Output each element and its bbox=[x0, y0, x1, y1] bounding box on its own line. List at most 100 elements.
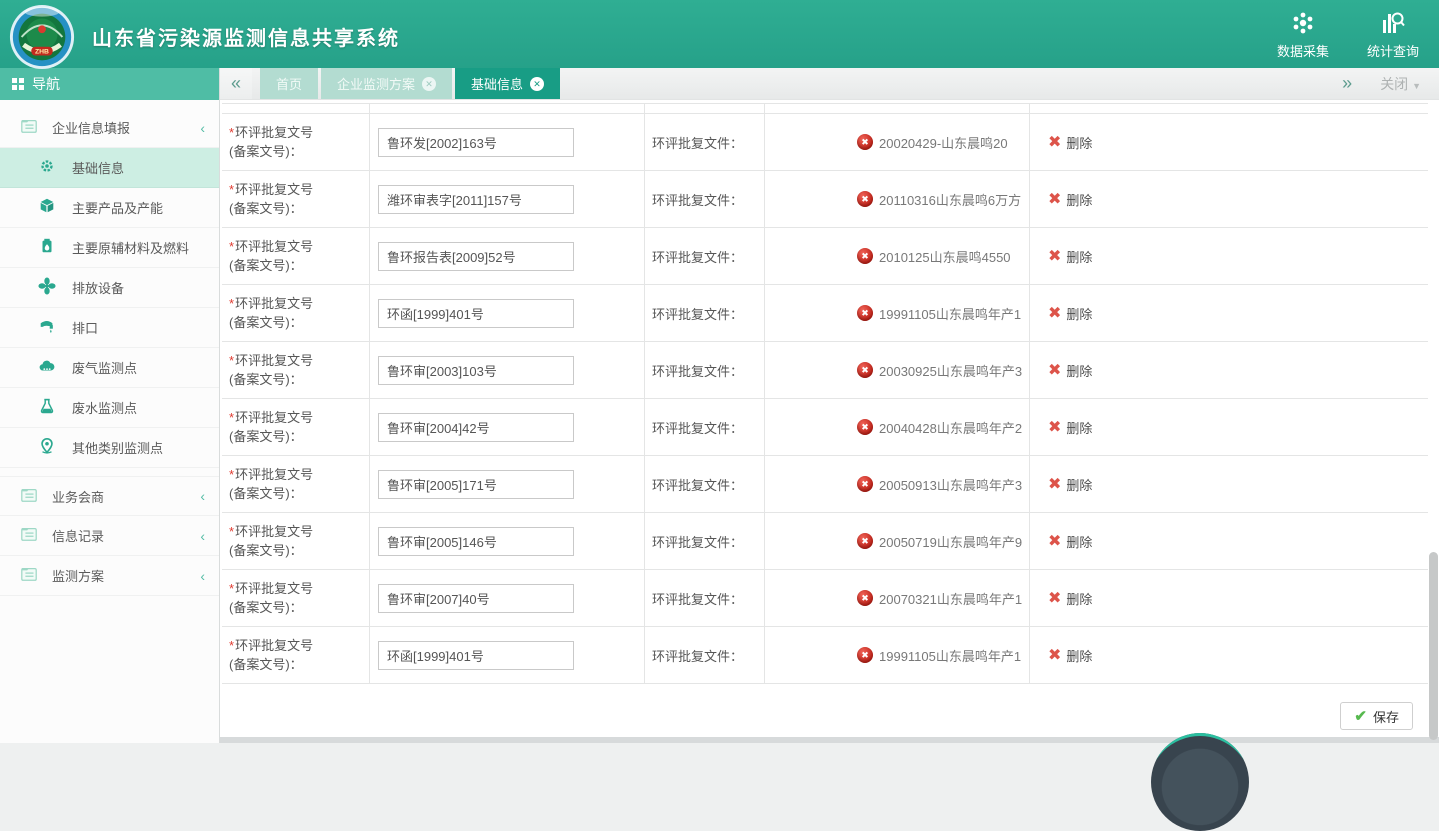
outlet-icon bbox=[38, 317, 56, 335]
remove-file-icon[interactable]: ✖ bbox=[857, 248, 873, 264]
sidebar-item-主要原辅材料及燃料[interactable]: 主要原辅材料及燃料 bbox=[0, 228, 219, 268]
doc-number-input[interactable] bbox=[378, 413, 574, 442]
delete-label: 删除 bbox=[1066, 133, 1092, 152]
tab-label: 基础信息 bbox=[471, 74, 523, 93]
delete-x-icon: ✖ bbox=[1048, 132, 1061, 152]
sidebar-item-其他类别监测点[interactable]: 其他类别监测点 bbox=[0, 428, 219, 468]
doc-number-input[interactable] bbox=[378, 641, 574, 670]
sidebar: 导航 企业信息填报‹基础信息主要产品及产能主要原辅材料及燃料排放设备排口废气监测… bbox=[0, 68, 220, 743]
delete-label: 删除 bbox=[1066, 475, 1092, 494]
required-asterisk: * bbox=[229, 182, 234, 197]
bar-chart-magnifier-icon bbox=[1380, 10, 1406, 36]
doc-number-input[interactable] bbox=[378, 128, 574, 157]
save-bar: ✔ 保存 bbox=[222, 694, 1428, 738]
sidebar-group-2[interactable]: 业务会商‹ bbox=[0, 476, 219, 516]
delete-button[interactable]: ✖ 删除 bbox=[1048, 588, 1092, 608]
doc-number-label: *环评批复文号(备案文号)： bbox=[229, 522, 313, 560]
remove-file-icon[interactable]: ✖ bbox=[857, 647, 873, 663]
delete-button[interactable]: ✖ 删除 bbox=[1048, 303, 1092, 323]
delete-button[interactable]: ✖ 删除 bbox=[1048, 645, 1092, 665]
doc-number-input[interactable] bbox=[378, 242, 574, 271]
delete-button[interactable]: ✖ 删除 bbox=[1048, 246, 1092, 266]
required-asterisk: * bbox=[229, 239, 234, 254]
sidebar-item-排口[interactable]: 排口 bbox=[0, 308, 219, 348]
folder-icon bbox=[20, 525, 38, 543]
tabs-scroll-left-button[interactable]: « bbox=[220, 68, 252, 99]
table-row: *环评批复文号(备案文号)： 环评批复文件： ✖ 20050719山东晨鸣年产9… bbox=[222, 513, 1428, 570]
remove-file-icon[interactable]: ✖ bbox=[857, 419, 873, 435]
delete-button[interactable]: ✖ 删除 bbox=[1048, 417, 1092, 437]
sidebar-item-排放设备[interactable]: 排放设备 bbox=[0, 268, 219, 308]
vertical-scrollbar-thumb[interactable] bbox=[1429, 552, 1438, 740]
dots-cluster-icon bbox=[1290, 10, 1316, 36]
required-asterisk: * bbox=[229, 296, 234, 311]
statistics-query-button[interactable]: 统计查询 bbox=[1361, 8, 1425, 62]
remove-file-icon[interactable]: ✖ bbox=[857, 476, 873, 492]
delete-button[interactable]: ✖ 删除 bbox=[1048, 474, 1092, 494]
doc-number-input[interactable] bbox=[378, 527, 574, 556]
tab-1[interactable]: 首页 bbox=[260, 68, 318, 99]
doc-number-label: *环评批复文号(备案文号)： bbox=[229, 123, 313, 161]
save-button-label: 保存 bbox=[1373, 707, 1399, 726]
sidebar-group-4[interactable]: 监测方案 ‹ bbox=[0, 556, 219, 596]
sidebar-group-1[interactable]: 企业信息填报‹ bbox=[0, 108, 219, 148]
sidebar-item-废水监测点[interactable]: 废水监测点 bbox=[0, 388, 219, 428]
doc-number-input[interactable] bbox=[378, 470, 574, 499]
data-collection-button[interactable]: 数据采集 bbox=[1271, 8, 1335, 62]
remove-file-icon[interactable]: ✖ bbox=[857, 533, 873, 549]
delete-label: 删除 bbox=[1066, 589, 1092, 608]
doc-number-label: *环评批复文号(备案文号)： bbox=[229, 636, 313, 674]
tabs-scroll-right-button[interactable]: » bbox=[1342, 73, 1352, 94]
required-asterisk: * bbox=[229, 125, 234, 140]
fuel-icon bbox=[38, 237, 56, 255]
file-label: 环评批复文件： bbox=[652, 589, 743, 608]
main-content: *环评批复文号(备案文号)： 环评批复文件： ✖ 20020429-山东晨鸣20… bbox=[220, 100, 1439, 737]
file-label: 环评批复文件： bbox=[652, 418, 743, 437]
floating-widget-peek[interactable] bbox=[1151, 733, 1249, 831]
tab-3[interactable]: 基础信息 ✕ bbox=[455, 68, 560, 99]
doc-number-input[interactable] bbox=[378, 299, 574, 328]
sidebar-group-label: 信息记录 bbox=[52, 526, 104, 545]
remove-file-icon[interactable]: ✖ bbox=[857, 590, 873, 606]
sidebar-group-label: 业务会商 bbox=[52, 487, 104, 506]
check-icon: ✔ bbox=[1354, 707, 1367, 725]
table-row: *环评批复文号(备案文号)： 环评批复文件： ✖ 20070321山东晨鸣年产1… bbox=[222, 570, 1428, 627]
delete-button[interactable]: ✖ 删除 bbox=[1048, 531, 1092, 551]
remove-file-icon[interactable]: ✖ bbox=[857, 305, 873, 321]
sidebar-group-label: 监测方案 bbox=[52, 566, 104, 585]
file-label: 环评批复文件： bbox=[652, 532, 743, 551]
remove-file-icon[interactable]: ✖ bbox=[857, 191, 873, 207]
delete-button[interactable]: ✖ 删除 bbox=[1048, 360, 1092, 380]
file-name: 19991105山东晨鸣年产1 bbox=[879, 646, 1021, 665]
sidebar-item-基础信息[interactable]: 基础信息 bbox=[0, 148, 219, 188]
delete-button[interactable]: ✖ 删除 bbox=[1048, 189, 1092, 209]
remove-file-icon[interactable]: ✖ bbox=[857, 134, 873, 150]
remove-file-icon[interactable]: ✖ bbox=[857, 362, 873, 378]
table-row: *环评批复文号(备案文号)： 环评批复文件： ✖ 20040428山东晨鸣年产2… bbox=[222, 399, 1428, 456]
tab-close-icon[interactable]: ✕ bbox=[422, 77, 436, 91]
file-name: 20070321山东晨鸣年产1 bbox=[879, 589, 1022, 608]
doc-number-label: *环评批复文号(备案文号)： bbox=[229, 294, 313, 332]
close-menu-button[interactable]: 关闭 ▼ bbox=[1380, 74, 1421, 94]
cube-icon bbox=[38, 197, 56, 215]
tab-close-icon[interactable]: ✕ bbox=[530, 77, 544, 91]
doc-number-label: *环评批复文号(备案文号)： bbox=[229, 465, 313, 503]
map-pin-icon bbox=[38, 437, 56, 455]
sidebar-group-3[interactable]: 信息记录 ‹ bbox=[0, 516, 219, 556]
app-header: ZHB 山东省污染源监测信息共享系统 数据采集 统计查询 bbox=[0, 0, 1439, 68]
chevron-left-icon: ‹ bbox=[200, 568, 205, 584]
table-row: *环评批复文号(备案文号)： 环评批复文件： ✖ 20050913山东晨鸣年产3… bbox=[222, 456, 1428, 513]
sidebar-item-label: 其他类别监测点 bbox=[72, 438, 163, 457]
doc-number-input[interactable] bbox=[378, 356, 574, 385]
save-button[interactable]: ✔ 保存 bbox=[1340, 702, 1413, 730]
page-title: 山东省污染源监测信息共享系统 bbox=[92, 22, 400, 51]
chevron-left-icon: ‹ bbox=[200, 528, 205, 544]
doc-number-label: *环评批复文号(备案文号)： bbox=[229, 579, 313, 617]
table-row: *环评批复文号(备案文号)： 环评批复文件： ✖ 19991105山东晨鸣年产1… bbox=[222, 285, 1428, 342]
sidebar-item-主要产品及产能[interactable]: 主要产品及产能 bbox=[0, 188, 219, 228]
sidebar-item-废气监测点[interactable]: 废气监测点 bbox=[0, 348, 219, 388]
doc-number-input[interactable] bbox=[378, 584, 574, 613]
delete-button[interactable]: ✖ 删除 bbox=[1048, 132, 1092, 152]
tab-2[interactable]: 企业监测方案✕ bbox=[321, 68, 452, 99]
doc-number-input[interactable] bbox=[378, 185, 574, 214]
